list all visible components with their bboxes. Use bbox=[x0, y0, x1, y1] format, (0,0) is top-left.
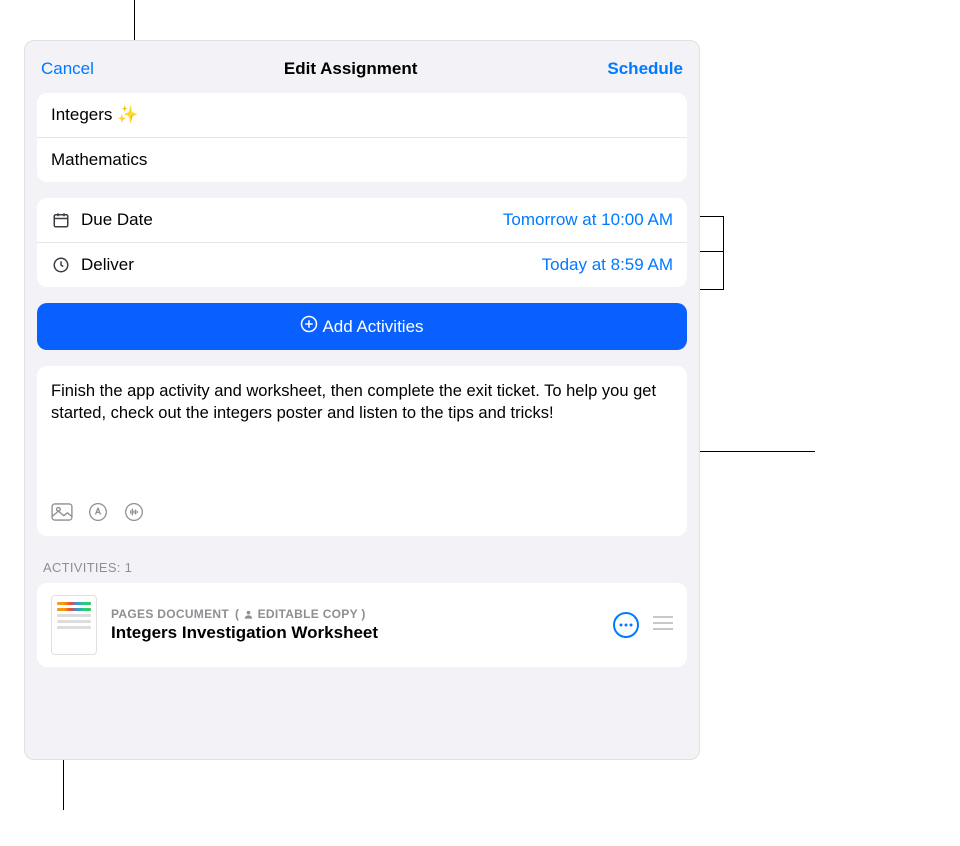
activity-title: Integers Investigation Worksheet bbox=[111, 623, 599, 643]
callout-line-dates-t2 bbox=[700, 289, 724, 290]
deliver-label: Deliver bbox=[81, 255, 134, 275]
due-date-label: Due Date bbox=[81, 210, 153, 230]
due-date-row[interactable]: Due Date Tomorrow at 10:00 AM bbox=[37, 198, 687, 242]
title-card: Integers ✨ Mathematics bbox=[37, 93, 687, 182]
instructions-card[interactable]: Finish the app activity and worksheet, t… bbox=[37, 366, 687, 536]
assignment-title-row[interactable]: Integers ✨ bbox=[37, 93, 687, 137]
attachment-toolbar bbox=[51, 502, 673, 522]
edit-assignment-panel: Cancel Edit Assignment Schedule Integers… bbox=[24, 40, 700, 760]
activity-row[interactable]: PAGES DOCUMENT ( EDITABLE COPY ) Integer… bbox=[37, 583, 687, 667]
activity-more-button[interactable] bbox=[613, 612, 639, 638]
dates-card: Due Date Tomorrow at 10:00 AM Deliver To… bbox=[37, 198, 687, 287]
panel-title: Edit Assignment bbox=[284, 59, 418, 79]
activities-section-header: ACTIVITIES: 1 bbox=[37, 556, 687, 583]
deliver-value[interactable]: Today at 8:59 AM bbox=[542, 255, 673, 275]
assignment-class-row[interactable]: Mathematics bbox=[37, 137, 687, 182]
due-date-value[interactable]: Tomorrow at 10:00 AM bbox=[503, 210, 673, 230]
activity-thumbnail bbox=[51, 595, 97, 655]
callout-line-dates-h bbox=[700, 251, 724, 252]
add-activities-button[interactable]: Add Activities bbox=[37, 303, 687, 350]
add-activities-label: Add Activities bbox=[322, 317, 423, 337]
activity-info: PAGES DOCUMENT ( EDITABLE COPY ) Integer… bbox=[111, 607, 599, 643]
instructions-text: Finish the app activity and worksheet, t… bbox=[51, 380, 673, 425]
photo-icon[interactable] bbox=[51, 502, 73, 522]
schedule-button[interactable]: Schedule bbox=[607, 59, 683, 79]
clock-icon bbox=[51, 255, 71, 275]
deliver-row[interactable]: Deliver Today at 8:59 AM bbox=[37, 242, 687, 287]
markup-icon[interactable] bbox=[87, 502, 109, 522]
callout-line-dates-t1 bbox=[700, 216, 724, 217]
drag-handle-icon[interactable] bbox=[653, 616, 673, 635]
audio-icon[interactable] bbox=[123, 502, 145, 522]
assignment-class-field: Mathematics bbox=[51, 150, 147, 170]
calendar-icon bbox=[51, 210, 71, 230]
callout-line-dates-v bbox=[723, 216, 724, 289]
panel-header: Cancel Edit Assignment Schedule bbox=[37, 53, 687, 93]
activity-type-label: PAGES DOCUMENT bbox=[111, 607, 229, 621]
plus-circle-icon bbox=[300, 315, 318, 338]
assignment-title-field: Integers ✨ bbox=[51, 105, 138, 125]
activity-badge: ( EDITABLE COPY ) bbox=[235, 607, 366, 621]
cancel-button[interactable]: Cancel bbox=[41, 59, 94, 79]
